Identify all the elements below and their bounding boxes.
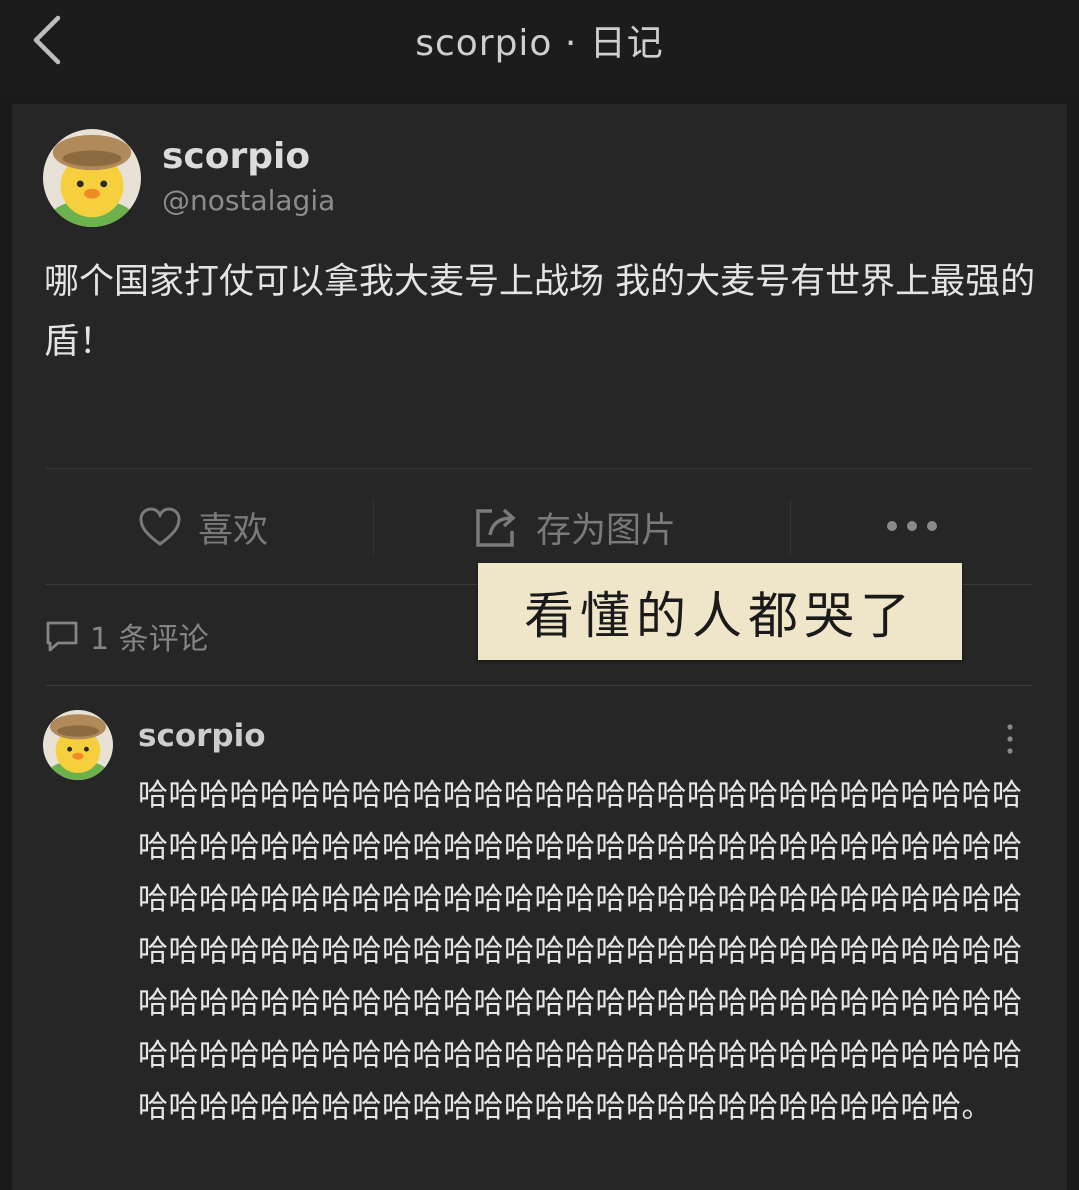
author-handle: @nostalagia <box>162 184 336 217</box>
top-nav-bar: scorpio · 日记 <box>0 0 1079 96</box>
comment-author[interactable]: scorpio <box>138 718 266 754</box>
divider <box>46 468 1032 469</box>
like-label: 喜欢 <box>198 510 269 551</box>
share-icon <box>476 508 516 547</box>
comment-count-label: 1 条评论 <box>90 622 209 657</box>
comment-icon <box>46 621 78 652</box>
author-avatar[interactable] <box>43 129 141 227</box>
like-button[interactable]: 喜欢 <box>138 499 268 555</box>
save-as-image-label: 存为图片 <box>536 510 677 551</box>
post-body-text: 哪个国家打仗可以拿我大麦号上战场 我的大麦号有世界上最强的盾！ <box>44 262 1036 362</box>
comment-text: 哈哈哈哈哈哈哈哈哈哈哈哈哈哈哈哈哈哈哈哈哈哈哈哈哈哈哈哈哈哈哈哈哈哈哈哈哈哈哈哈… <box>138 778 1023 1125</box>
duck-avatar-icon <box>43 710 113 780</box>
caption-sticker: 看懂的人都哭了 <box>478 563 962 660</box>
heart-icon <box>139 507 181 546</box>
action-separator <box>373 499 374 555</box>
save-as-image-button[interactable]: 存为图片 <box>472 499 676 555</box>
diary-post-card: scorpio @nostalagia 哪个国家打仗可以拿我大麦号上战场 我的大… <box>12 104 1067 1190</box>
action-separator <box>790 499 791 555</box>
more-dots-icon[interactable] <box>884 512 940 540</box>
comment-avatar[interactable] <box>43 710 113 780</box>
comment-menu-icon[interactable] <box>1002 722 1018 756</box>
divider <box>46 685 1032 686</box>
comment-count: 1 条评论 <box>44 614 209 658</box>
duck-avatar-icon <box>43 129 141 227</box>
author-name[interactable]: scorpio <box>162 136 310 177</box>
page-title: scorpio · 日记 <box>415 23 664 64</box>
